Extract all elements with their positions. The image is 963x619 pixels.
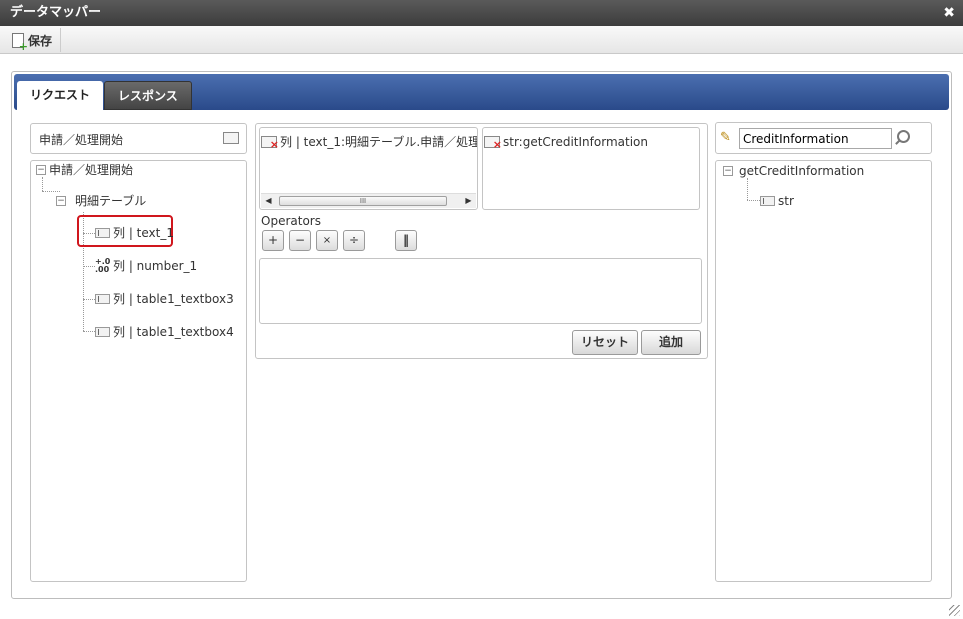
concat-button[interactable]: ‖ <box>395 230 417 251</box>
window-title: データマッパー <box>10 5 102 20</box>
text-field-icon <box>95 228 110 238</box>
save-document-icon <box>12 32 28 53</box>
collapse-icon[interactable]: − <box>36 165 46 175</box>
source-item-label: 列 | text_1 <box>113 226 174 240</box>
left-expression[interactable]: 列 | text_1:明細テーブル.申請／処理開 <box>261 134 478 153</box>
source-tree-root[interactable]: − 申請／処理開始 <box>36 162 133 178</box>
number-field-icon: +.0.00 <box>95 257 111 274</box>
source-item-label: 列 | table1_textbox4 <box>113 325 234 339</box>
right-expression[interactable]: str:getCreditInformation <box>484 134 648 153</box>
tab-bar: リクエスト レスポンス <box>14 74 949 110</box>
window-titlebar: データマッパー ✖ <box>0 0 963 26</box>
horizontal-scrollbar[interactable]: ◀ III ▶ <box>261 193 476 208</box>
save-button[interactable]: 保存 <box>8 28 62 53</box>
target-tree-item[interactable]: str <box>760 193 794 209</box>
right-expression-box[interactable]: str:getCreditInformation <box>482 127 700 210</box>
close-icon[interactable]: ✖ <box>943 0 955 26</box>
text-field-icon <box>760 196 775 206</box>
right-expression-label: str:getCreditInformation <box>503 135 648 149</box>
add-button[interactable]: 追加 <box>641 330 701 355</box>
tab-request[interactable]: リクエスト <box>17 81 104 110</box>
minus-button[interactable]: − <box>289 230 311 251</box>
source-tree-item[interactable]: 列 | table1_textbox4 <box>95 324 234 340</box>
mapping-error-icon <box>261 136 279 153</box>
collapse-icon[interactable]: − <box>56 196 66 206</box>
scroll-left-icon[interactable]: ◀ <box>261 194 276 208</box>
target-tree-panel <box>715 160 932 582</box>
plus-button[interactable]: + <box>262 230 284 251</box>
expression-area[interactable] <box>259 258 702 324</box>
scroll-right-icon[interactable]: ▶ <box>461 194 476 208</box>
operators-label: Operators <box>261 214 321 228</box>
scroll-thumb[interactable]: III <box>279 196 447 206</box>
search-input[interactable] <box>739 128 892 149</box>
text-field-icon <box>95 294 110 304</box>
mapping-error-icon <box>484 136 502 153</box>
source-item-label: 列 | number_1 <box>113 259 198 273</box>
source-tree-item[interactable]: +.0.00 列 | number_1 <box>95 258 197 274</box>
tab-response[interactable]: レスポンス <box>104 81 192 110</box>
target-tree-item-label: str <box>778 194 794 208</box>
source-header-panel: 申請／処理開始 <box>30 123 247 154</box>
source-tree-group-label: 明細テーブル <box>75 194 147 208</box>
text-field-icon <box>95 327 110 337</box>
source-tree-item[interactable]: 列 | table1_textbox3 <box>95 291 234 307</box>
form-icon[interactable] <box>223 132 239 144</box>
toolbar: 保存 <box>0 26 963 54</box>
save-button-label: 保存 <box>28 33 53 48</box>
target-tree-root[interactable]: − getCreditInformation <box>723 163 864 179</box>
reset-button[interactable]: リセット <box>572 330 638 355</box>
collapse-icon[interactable]: − <box>723 166 733 176</box>
divide-button[interactable]: ÷ <box>343 230 365 251</box>
source-tree-root-label: 申請／処理開始 <box>49 163 134 177</box>
resize-grip-icon[interactable] <box>949 605 960 616</box>
multiply-button[interactable]: × <box>316 230 338 251</box>
left-expression-label: 列 | text_1:明細テーブル.申請／処理開 <box>280 135 478 149</box>
source-item-label: 列 | table1_textbox3 <box>113 292 234 306</box>
pencil-icon: ✎ <box>720 130 731 145</box>
target-tree-root-label: getCreditInformation <box>739 164 865 178</box>
source-header-title: 申請／処理開始 <box>39 133 124 147</box>
source-tree-group[interactable]: − 明細テーブル <box>56 193 146 209</box>
source-tree-item[interactable]: 列 | text_1 <box>95 225 174 241</box>
